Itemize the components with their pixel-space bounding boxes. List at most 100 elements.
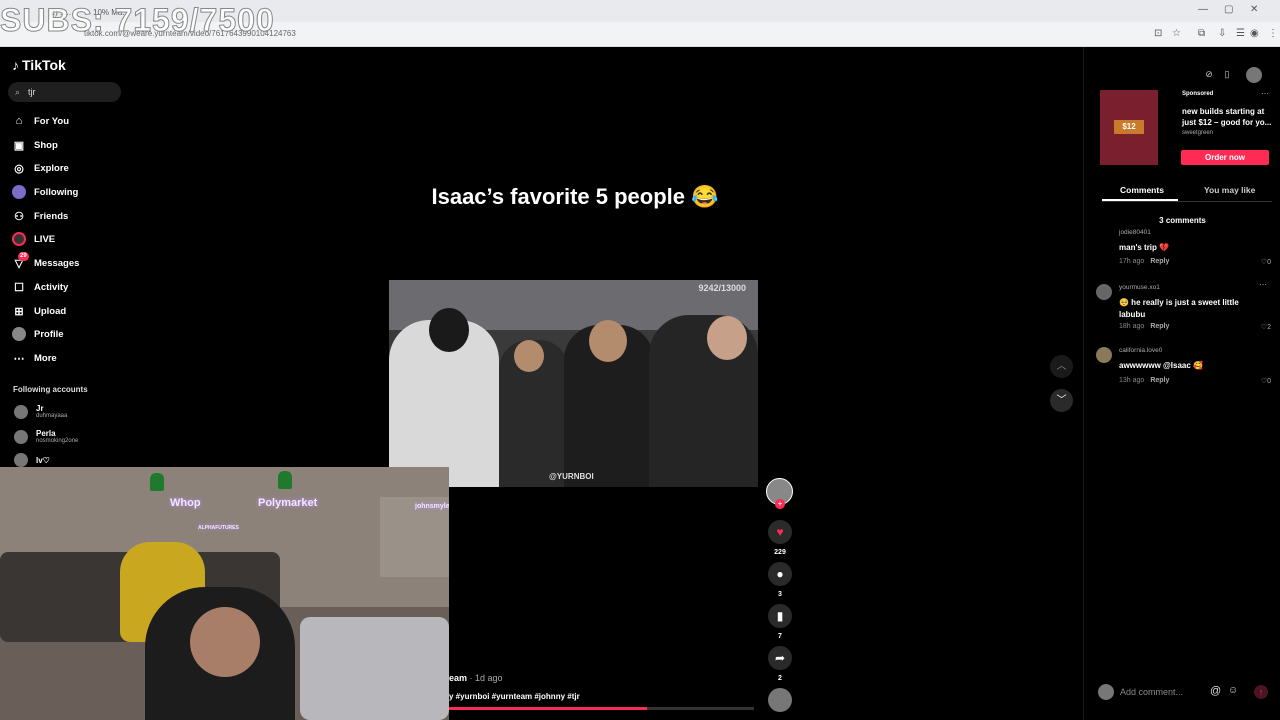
- neon-sign-left: Whop: [170, 497, 201, 509]
- comment-icon[interactable]: ●: [768, 562, 792, 586]
- comment-username[interactable]: california.love0: [1119, 347, 1162, 354]
- comment-action[interactable]: ● 3: [766, 562, 794, 598]
- add-comment-input[interactable]: [1120, 683, 1212, 701]
- avatar[interactable]: [1096, 229, 1112, 245]
- decor-tree-icon: [150, 473, 164, 491]
- comment-count: 3: [778, 591, 782, 598]
- nav-label: Explore: [34, 162, 69, 174]
- reply-button[interactable]: Reply: [1150, 258, 1169, 265]
- mention-icon[interactable]: @: [1210, 685, 1221, 697]
- avatar: [1098, 684, 1114, 700]
- nav-more[interactable]: ⋯ More: [12, 349, 57, 367]
- account-icon[interactable]: ◉: [1250, 28, 1259, 39]
- follow-plus-icon[interactable]: +: [775, 499, 785, 509]
- ad-more-icon[interactable]: ⋯: [1261, 89, 1269, 98]
- maximize-icon[interactable]: ▢: [1224, 4, 1233, 15]
- share-action[interactable]: ➦ 2: [766, 646, 794, 682]
- comment-like[interactable]: ♡0: [1261, 258, 1271, 266]
- send-icon[interactable]: ↑: [1254, 685, 1268, 699]
- tiktok-logo[interactable]: ♪ TikTok: [12, 57, 66, 73]
- ad-price: $12: [1114, 120, 1144, 134]
- shop-icon: ▣: [13, 139, 25, 152]
- tab-comments[interactable]: Comments: [1120, 185, 1164, 195]
- following-account[interactable]: Perla nosmoking2one: [14, 429, 78, 445]
- nav-explore[interactable]: ◎ Explore: [12, 159, 69, 177]
- save-action[interactable]: ▮ 7: [766, 604, 794, 640]
- install-icon[interactable]: ⊡: [1154, 28, 1162, 39]
- profile-icon: [12, 327, 26, 341]
- nav-profile[interactable]: Profile: [12, 325, 64, 343]
- share-icon[interactable]: ➦: [768, 646, 792, 670]
- comment-text: awwwwww @Isaac 🥰: [1119, 361, 1204, 370]
- avatar: [14, 453, 28, 467]
- order-now-button[interactable]: Order now: [1181, 150, 1269, 165]
- nav-shop[interactable]: ▣ Shop: [12, 136, 58, 154]
- activity-icon: ☐: [14, 281, 24, 294]
- comment-more-icon[interactable]: ⋯: [1259, 280, 1267, 289]
- caption-author[interactable]: eam · 1d ago: [449, 673, 503, 683]
- author-name[interactable]: eam: [449, 673, 467, 683]
- comment-like-count: 2: [1267, 324, 1271, 331]
- minimize-icon[interactable]: —: [1198, 4, 1208, 15]
- comment-like[interactable]: ♡2: [1261, 323, 1271, 331]
- menu-kebab-icon[interactable]: ⋮: [1268, 28, 1278, 39]
- following-account[interactable]: lv♡: [14, 453, 50, 467]
- tab-search-icon[interactable]: ☰: [1236, 28, 1245, 39]
- avatar[interactable]: [1096, 347, 1112, 363]
- emoji-icon[interactable]: ☺: [1228, 685, 1238, 696]
- video-progress-bar[interactable]: [449, 707, 754, 710]
- webcam-overlay: Whop Polymarket ALPHAFUTURES johnsmyle: [0, 467, 449, 720]
- tiktok-note-icon: ♪: [12, 57, 19, 73]
- comment-text: 🥺 he really is just a sweet little labub…: [1119, 298, 1239, 319]
- nav-messages[interactable]: ▽ 29 Messages: [12, 251, 79, 272]
- comment-username[interactable]: yourmuse.xo1: [1119, 284, 1160, 291]
- reply-button[interactable]: Reply: [1150, 377, 1169, 384]
- downloads-icon[interactable]: ⇩: [1218, 28, 1226, 39]
- sound-disc-icon[interactable]: [768, 688, 792, 712]
- phone-icon[interactable]: ▯: [1220, 67, 1234, 81]
- comment-like[interactable]: ♡0: [1261, 377, 1271, 385]
- ad-thumbnail[interactable]: $12: [1100, 90, 1158, 165]
- comment-meta: 13h ago Reply: [1119, 377, 1169, 384]
- heart-icon[interactable]: ♥: [768, 520, 792, 544]
- extensions-icon[interactable]: ⧉: [1198, 28, 1205, 39]
- video-player[interactable]: 9242/13000 @YURNBOI: [389, 280, 758, 487]
- nav-activity[interactable]: ☐ Activity: [12, 278, 68, 296]
- comment-text: man's trip 💔: [1119, 243, 1170, 252]
- nav-label: LIVE: [34, 233, 56, 245]
- account-username: nosmoking2one: [36, 438, 79, 444]
- comment-username[interactable]: jodie80401: [1119, 229, 1151, 236]
- close-icon[interactable]: ✕: [1250, 4, 1258, 15]
- avatar: [14, 405, 28, 419]
- nav-label: Activity: [34, 281, 69, 293]
- nav-for-you[interactable]: ⌂ For You: [12, 112, 69, 130]
- bookmark-icon[interactable]: ▮: [768, 604, 792, 628]
- bookmark-star-icon[interactable]: ☆: [1172, 28, 1181, 39]
- caption-hashtags[interactable]: y #yurnboi #yurnteam #johnny #tjr: [449, 692, 580, 701]
- neon-sign-side: johnsmyle: [415, 503, 449, 510]
- search-input[interactable]: ⌕ tjr: [8, 82, 121, 102]
- previous-video-button[interactable]: ︿: [1050, 355, 1073, 378]
- next-video-button[interactable]: ﹀: [1050, 389, 1073, 412]
- tab-you-may-like[interactable]: You may like: [1204, 185, 1255, 195]
- like-action[interactable]: ♥ 229: [766, 520, 794, 556]
- avatar[interactable]: [1096, 284, 1112, 300]
- nav-live[interactable]: LIVE: [12, 230, 55, 248]
- nav-label: For You: [34, 115, 70, 127]
- decor-tree-icon: [278, 471, 292, 489]
- following-account[interactable]: Jr duhmayaaa: [14, 404, 67, 420]
- home-icon: ⌂: [15, 115, 23, 127]
- search-value: tjr: [28, 87, 36, 97]
- sound-action[interactable]: [766, 688, 794, 712]
- compass-icon[interactable]: ⊘: [1202, 67, 1216, 81]
- nav-following[interactable]: Following: [12, 183, 78, 201]
- user-avatar[interactable]: [1246, 67, 1262, 83]
- ad-text[interactable]: new builds starting at just $12 – good f…: [1182, 106, 1272, 128]
- nav-upload[interactable]: ⊞ Upload: [12, 302, 66, 320]
- search-icon: ⌕: [15, 87, 21, 97]
- nav-label: Profile: [34, 328, 64, 340]
- comment-time: 18h ago: [1119, 323, 1145, 330]
- nav-friends[interactable]: ⚇ Friends: [12, 207, 68, 225]
- ad-brand: sweetgreen: [1182, 130, 1214, 136]
- reply-button[interactable]: Reply: [1150, 323, 1169, 330]
